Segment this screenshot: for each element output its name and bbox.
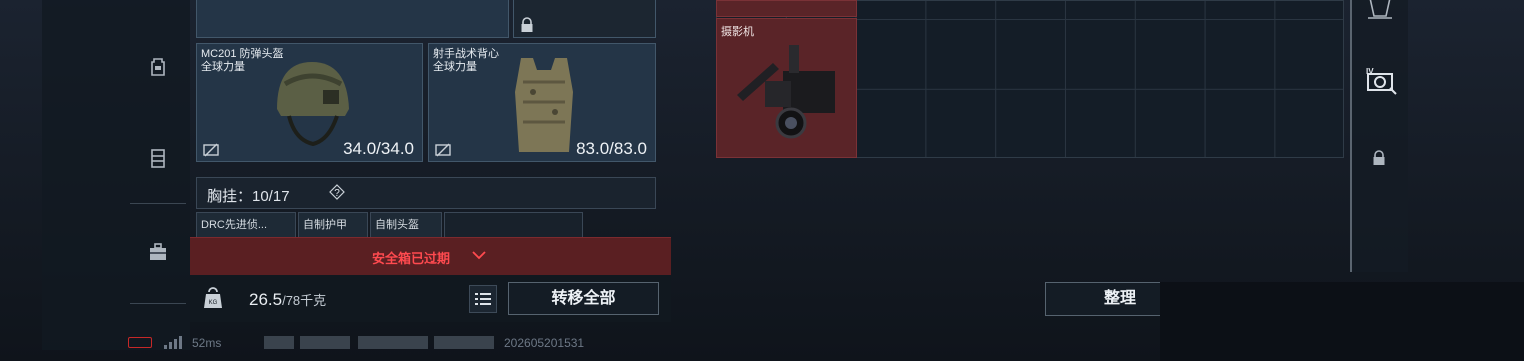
weight-current: 26.5 — [249, 290, 283, 309]
ping-readout: 52ms — [192, 336, 222, 350]
status-bar: 52ms 202605201531 — [128, 333, 628, 355]
weight-readout: 26.5/78千克 — [249, 290, 326, 310]
backpack-icon[interactable] — [146, 54, 170, 78]
backpack-slot[interactable] — [196, 0, 509, 38]
equipment-icon[interactable] — [1366, 0, 1394, 22]
rig-item[interactable]: 自制护甲 — [298, 212, 368, 238]
weight-bar: KG 26.5/78千克 转移全部 — [190, 275, 671, 322]
pouch-icon[interactable] — [146, 146, 170, 170]
svg-text:KG: KG — [209, 300, 218, 306]
list-icon — [475, 293, 491, 305]
chest-rig-header[interactable]: 胸挂：10/17 ? — [196, 177, 656, 209]
vest-slot[interactable]: 射手战术背心 全球力量 83.0/83.0 — [428, 43, 656, 162]
battery-icon — [128, 337, 152, 348]
svg-text:IV: IV — [1366, 67, 1374, 76]
redacted-text — [264, 336, 294, 349]
vest-durability: 83.0/83.0 — [576, 139, 647, 158]
camera-item[interactable]: 摄影机 — [716, 18, 857, 158]
camera-image — [737, 45, 835, 139]
transfer-all-button[interactable]: 转移全部 — [508, 282, 659, 315]
redacted-text — [300, 336, 350, 349]
no-insure-icon — [203, 143, 219, 157]
right-tool-rail — [1350, 0, 1408, 272]
rail-divider — [130, 203, 186, 204]
svg-text:?: ? — [334, 188, 340, 199]
helmet-durability: 34.0/34.0 — [343, 139, 414, 158]
rig-item-label: 自制头盔 — [375, 219, 419, 231]
helmet-image — [277, 62, 349, 147]
weight-icon: KG — [204, 287, 222, 308]
safe-box-status: 安全箱已过期 — [372, 251, 451, 266]
vest-name: 射手战术背心 全球力量 — [433, 48, 499, 74]
rig-item[interactable]: 自制头盔 — [370, 212, 442, 238]
rig-item-label: DRC先进侦... — [201, 219, 267, 231]
session-stamp: 202605201531 — [504, 336, 585, 350]
armor-repair-icon[interactable]: IV — [1362, 66, 1398, 96]
chevron-down-icon — [472, 251, 486, 260]
safe-box-expired-banner[interactable]: 安全箱已过期 — [190, 237, 671, 275]
locked-slot — [513, 0, 656, 38]
no-insure-icon — [435, 143, 451, 157]
list-view-button[interactable] — [469, 285, 497, 313]
rig-item-label: 自制护甲 — [303, 219, 347, 231]
lock-icon — [521, 17, 533, 32]
weight-max: /78千克 — [282, 293, 327, 308]
chest-rig-capacity: 胸挂：10/17 — [207, 188, 290, 205]
rail-divider — [130, 303, 186, 304]
rig-item-empty[interactable] — [444, 212, 583, 238]
rig-item[interactable]: DRC先进侦... — [196, 212, 296, 238]
signal-icon — [164, 336, 182, 349]
redacted-text — [358, 336, 428, 349]
redacted-text — [434, 336, 494, 349]
vest-image — [515, 58, 573, 152]
toolbox-icon[interactable] — [146, 240, 170, 264]
help-icon[interactable]: ? — [329, 184, 345, 200]
vest-brand: 全球力量 — [433, 61, 477, 73]
lock-icon — [1373, 150, 1385, 165]
helmet-slot[interactable]: MC201 防弹头盔 全球力量 34.0/34.0 — [196, 43, 423, 162]
item-above[interactable] — [716, 0, 857, 17]
left-category-rail — [42, 0, 190, 350]
vest-name-line1: 射手战术背心 — [433, 48, 499, 60]
footer-panel — [1160, 282, 1524, 361]
